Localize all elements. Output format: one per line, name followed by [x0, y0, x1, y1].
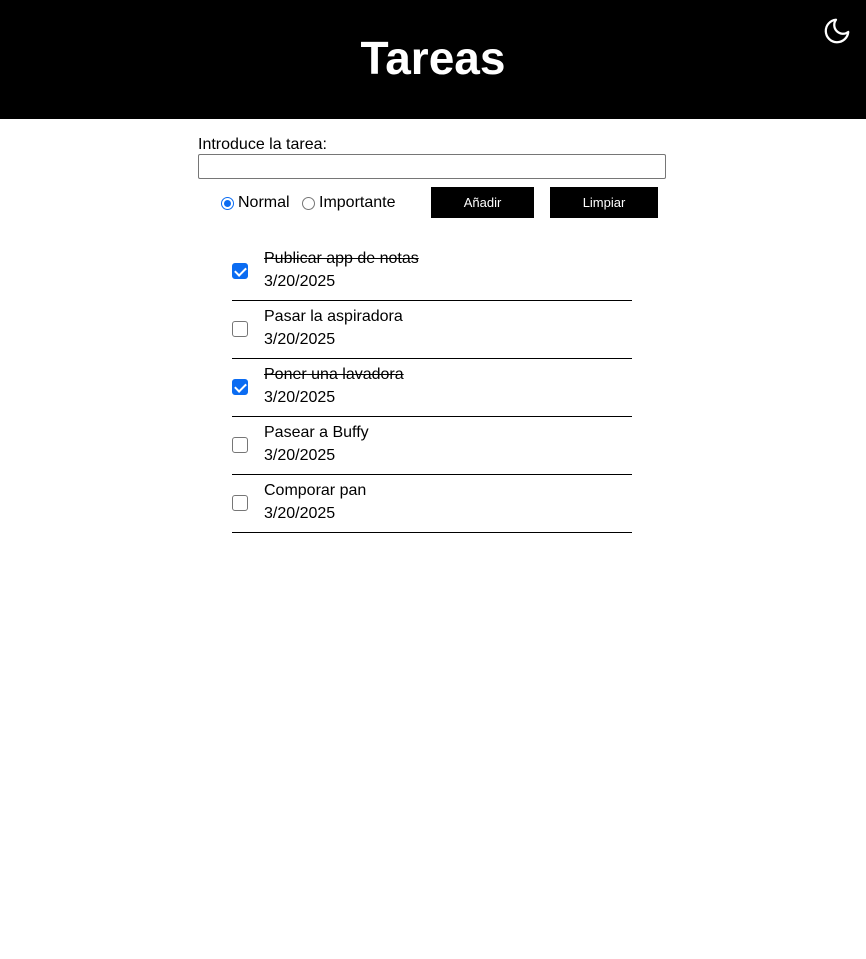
app-header: Tareas [0, 0, 866, 119]
priority-important-radio[interactable]: Importante [302, 193, 395, 213]
task-item: Pasar la aspiradora 3/20/2025 [232, 301, 632, 359]
moon-icon [824, 18, 850, 44]
task-checkbox[interactable] [232, 437, 248, 453]
task-checkbox[interactable] [232, 495, 248, 511]
task-date: 3/20/2025 [264, 389, 336, 406]
task-date: 3/20/2025 [264, 447, 336, 464]
radio-button-unchecked[interactable] [302, 196, 315, 210]
task-item: Poner una lavadora 3/20/2025 [232, 359, 632, 417]
task-input[interactable] [198, 154, 666, 179]
task-checkbox[interactable] [232, 379, 248, 395]
page-title: Tareas [360, 32, 506, 84]
task-date: 3/20/2025 [264, 505, 336, 522]
priority-normal-label: Normal [238, 194, 290, 211]
radio-button-checked[interactable] [221, 196, 234, 210]
task-checkbox[interactable] [232, 321, 248, 337]
task-name: Pasear a Buffy [264, 424, 369, 441]
task-input-label: Introduce la tarea: [198, 136, 327, 153]
task-list: Publicar app de notas 3/20/2025 Pasar la… [232, 243, 632, 533]
task-date: 3/20/2025 [264, 273, 336, 290]
dark-mode-toggle[interactable] [820, 14, 854, 48]
priority-important-label: Importante [319, 194, 396, 211]
task-name: Pasar la aspiradora [264, 308, 403, 325]
task-item: Comporar pan 3/20/2025 [232, 475, 632, 533]
task-item: Pasear a Buffy 3/20/2025 [232, 417, 632, 475]
task-item: Publicar app de notas 3/20/2025 [232, 243, 632, 301]
task-date: 3/20/2025 [264, 331, 336, 348]
priority-normal-radio[interactable]: Normal [221, 193, 290, 213]
task-name: Comporar pan [264, 482, 367, 499]
task-name: Publicar app de notas [264, 250, 419, 267]
add-button[interactable]: Añadir [431, 187, 534, 218]
task-checkbox[interactable] [232, 263, 248, 279]
task-name: Poner una lavadora [264, 366, 404, 383]
clear-button[interactable]: Limpiar [550, 187, 658, 218]
